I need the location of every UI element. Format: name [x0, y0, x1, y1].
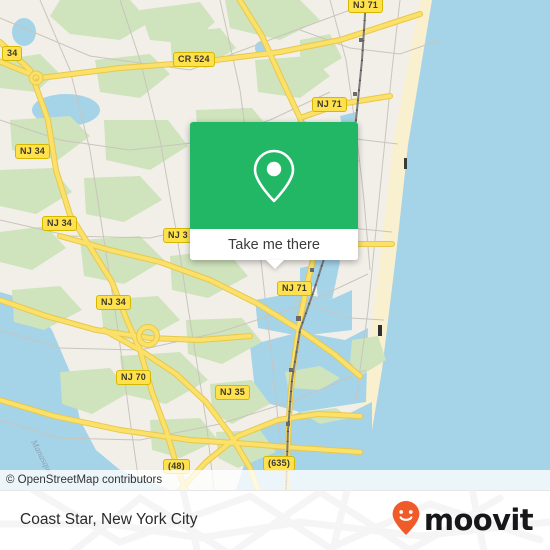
map-pin-icon — [250, 147, 298, 205]
location-title: Coast Star, New York City — [20, 511, 198, 528]
road-shield: NJ 70 — [116, 370, 152, 385]
road-shield: NJ 71 — [312, 97, 348, 112]
road-shield: 34 — [2, 46, 23, 61]
road-shield: NJ 3 — [163, 228, 193, 243]
card-pointer-tail — [266, 260, 284, 269]
card-header — [190, 122, 358, 229]
map-attribution[interactable]: © OpenStreetMap contributors — [0, 470, 550, 490]
road-shield: NJ 34 — [15, 144, 51, 159]
road-shield: NJ 35 — [215, 385, 251, 400]
road-shield: NJ 71 — [277, 281, 313, 296]
moovit-wordmark: moovit — [423, 502, 534, 537]
take-me-there-button[interactable]: Take me there — [190, 229, 358, 260]
screenshot-root: 34 CR 524 NJ 71 NJ 71 NJ 34 NJ 34 NJ 3 N… — [0, 0, 550, 550]
moovit-smiley-pin-icon — [391, 500, 421, 541]
road-shield: CR 524 — [173, 52, 215, 67]
moovit-logo[interactable]: moovit — [391, 490, 534, 550]
take-me-there-label: Take me there — [228, 236, 320, 253]
footer-bar: Coast Star, New York City moovit — [0, 490, 550, 550]
road-shield: NJ 34 — [42, 216, 78, 231]
road-shield: NJ 71 — [348, 0, 384, 13]
road-shield: NJ 34 — [96, 295, 132, 310]
location-popup-card[interactable]: Take me there — [190, 122, 358, 260]
road-shield: (635) — [263, 456, 296, 471]
